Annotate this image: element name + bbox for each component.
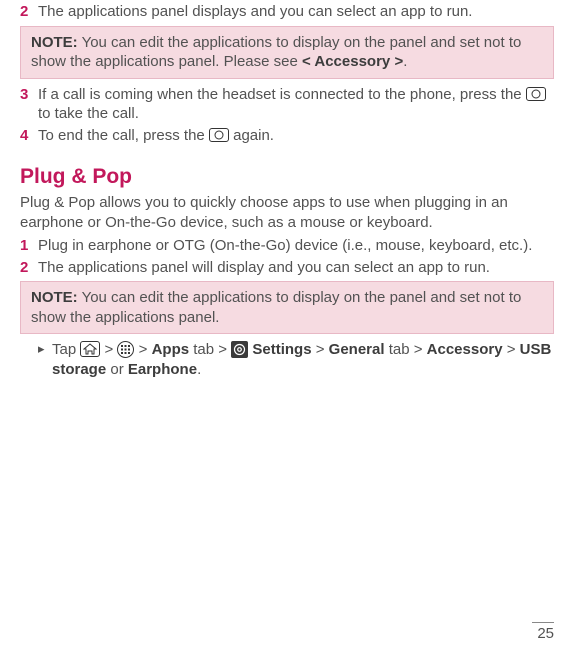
- step-text: To end the call, press the again.: [38, 126, 274, 146]
- step-3: 3 If a call is coming when the headset i…: [20, 85, 554, 124]
- settings-gear-icon: [231, 341, 248, 358]
- step-4: 4 To end the call, press the again.: [20, 126, 554, 146]
- step-number: 2: [20, 258, 38, 278]
- step-text: If a call is coming when the headset is …: [38, 85, 554, 124]
- step-text: Plug in earphone or OTG (On-the-Go) devi…: [38, 236, 532, 256]
- step-c2: 2 The applications panel will display an…: [20, 258, 554, 278]
- step-text: The applications panel will display and …: [38, 258, 490, 278]
- note-ref: < Accessory >: [302, 53, 403, 70]
- step-number: 4: [20, 126, 38, 146]
- page-content: 2 The applications panel displays and yo…: [0, 2, 580, 381]
- tap-text: Tap > > Apps tab > Settings > General ta…: [52, 340, 554, 381]
- apps-grid-icon: [117, 341, 134, 358]
- intro-paragraph: Plug & Pop allows you to quickly choose …: [20, 193, 554, 232]
- step-c1: 1 Plug in earphone or OTG (On-the-Go) de…: [20, 236, 554, 256]
- note-tail: .: [403, 53, 407, 70]
- note-box-b: NOTE: You can edit the applications to d…: [20, 281, 554, 334]
- call-button-icon: [526, 87, 546, 101]
- step-number: 2: [20, 2, 38, 22]
- section-title: Plug & Pop: [20, 165, 554, 189]
- home-icon: [80, 341, 100, 357]
- page-number: 25: [532, 622, 554, 642]
- note-label: NOTE:: [31, 34, 78, 51]
- call-button-icon: [209, 128, 229, 142]
- step-text: The applications panel displays and you …: [38, 2, 472, 22]
- step-2: 2 The applications panel displays and yo…: [20, 2, 554, 22]
- bullet-icon: ▸: [38, 340, 52, 381]
- step-number: 1: [20, 236, 38, 256]
- note-body: You can edit the applications to display…: [31, 289, 521, 326]
- note-label: NOTE:: [31, 289, 78, 306]
- step-number: 3: [20, 85, 38, 124]
- tap-instruction: ▸ Tap > > Apps tab > Settings > General …: [38, 340, 554, 381]
- note-box-a: NOTE: You can edit the applications to d…: [20, 26, 554, 79]
- note-body: You can edit the applications to display…: [31, 34, 521, 71]
